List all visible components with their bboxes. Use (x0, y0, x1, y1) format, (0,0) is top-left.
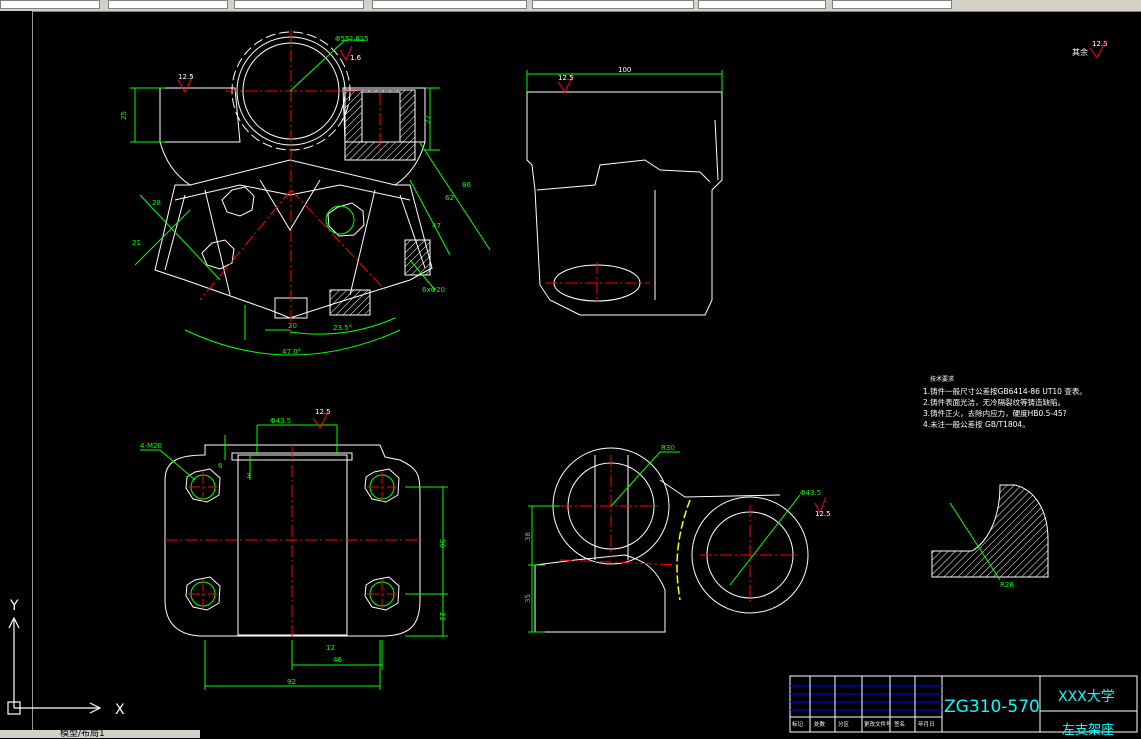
bolt-hole-3-thread (325, 205, 355, 235)
side-roughness: 12.5 (558, 74, 574, 82)
side-view-edges (654, 119, 719, 300)
row-label-2: 处数 (814, 720, 826, 728)
top-dim-22: 22 (438, 612, 446, 621)
front-roughness-value: 12.5 (178, 73, 194, 81)
ucs-x-label: X (115, 702, 125, 718)
hole-note: 6xΦ20 (422, 286, 445, 294)
row-label-4: 更改文件号 (864, 720, 892, 728)
university-label: XXX大学 (1058, 689, 1115, 705)
section-r30: R30 (661, 444, 675, 452)
top-view-centerlines (165, 445, 422, 640)
dim-86: 86 (462, 181, 471, 189)
side-dim-100: 100 (618, 66, 631, 74)
tech-notes-heading: 技术要求 (930, 375, 954, 383)
front-v-rib (259, 179, 321, 231)
top-dim-12: 12 (326, 644, 335, 652)
top-dim-3: 3 (246, 472, 250, 480)
row-label-5: 签名 (894, 720, 905, 728)
tech-note-line-3: 3.铸件正火，去除内应力，硬度HB0.5-45? (923, 408, 1067, 418)
front-dia-sub: 1.6 (350, 54, 362, 62)
front-body-ridge (189, 159, 396, 186)
section-dim-35: 35 (524, 594, 532, 603)
row-label-3: 分区 (838, 720, 850, 728)
top-dim-92: 92 (287, 678, 296, 686)
front-view[interactable] (154, 31, 433, 319)
dim-25: 25 (120, 111, 128, 120)
side-view-inner-edge (536, 159, 711, 191)
section-dia: Φ43.5 (800, 489, 821, 497)
bottom-hatch (329, 289, 371, 316)
tech-note-line-2: 2.铸件表面光洁，无冷隔裂纹等铸造缺陷。 (923, 397, 1065, 407)
front-view-centerlines (199, 30, 386, 335)
section-lower-outline[interactable] (534, 554, 666, 633)
section-web-top (659, 479, 781, 498)
angle-23: 23.5° (333, 324, 352, 332)
dim-28: 28 (152, 199, 161, 207)
section-dim-38: 38 (524, 532, 532, 541)
detail-r26: R26 (1000, 581, 1014, 589)
top-view-labels: Φ43.5 12.5 4-M20 56 22 12 46 92 3 6 (140, 408, 446, 686)
part-name-label: 左支架座 (1062, 723, 1114, 738)
thread-note: 4-M20 (140, 442, 162, 450)
row-label-1: 标记 (792, 720, 804, 728)
detail-view[interactable] (931, 484, 1049, 581)
section-dimensions (528, 451, 827, 633)
top-view-dimensions (140, 411, 448, 690)
top-dim-6: 6 (218, 462, 223, 470)
drawing-canvas[interactable]: 12.5 Φ55?.815 1.6 25 27 86 62 47 28 21 2… (0, 0, 1141, 738)
material-label: ZG310-570 (944, 697, 1040, 717)
bolt-hole-1[interactable] (221, 186, 255, 217)
dim-27: 27 (424, 115, 432, 124)
title-block-text: ZG310-570 XXX大学 左支架座 标记 处数 分区 更改文件号 签名 年… (792, 689, 1115, 738)
layout-tabs[interactable]: 模型/布局1 (0, 730, 200, 739)
detail-hatch-region (931, 484, 1049, 578)
angle-47: 47.0° (282, 348, 301, 356)
top-dim-46: 46 (333, 656, 342, 664)
top-dia-label: Φ43.5 (270, 417, 291, 425)
side-view-outline[interactable] (526, 91, 723, 316)
tech-note-line-4: 4.未注一般公差按 GB/T1804。 (923, 419, 1030, 429)
front-web-edges (204, 189, 376, 296)
top-roughness: 12.5 (315, 408, 331, 416)
roughness-note: 其余 12.5 (1072, 39, 1108, 59)
dim-21: 21 (132, 239, 141, 247)
front-dia-label: Φ55?.815 (335, 35, 369, 43)
dim-47: 47 (432, 222, 441, 230)
section-yellow (676, 499, 691, 601)
left-lug[interactable] (159, 87, 241, 143)
tech-notes: 技术要求 1.铸件一般尺寸公差按GB6414-86 UT10 查表。 2.铸件表… (923, 375, 1087, 429)
section-view[interactable] (534, 447, 809, 633)
right-bore-slot (361, 91, 401, 143)
side-view[interactable] (526, 91, 723, 316)
front-body-outline[interactable] (154, 141, 433, 319)
top-dim-56: 56 (438, 539, 446, 548)
dim-62: 62 (445, 194, 454, 202)
tech-note-line-1: 1.铸件一般尺寸公差按GB6414-86 UT10 查表。 (923, 386, 1087, 396)
row-label-6: 年月日 (918, 720, 935, 728)
ucs-y-label: Y (9, 598, 19, 614)
ucs-icon (7, 616, 102, 715)
section-roughness: 12.5 (815, 510, 831, 518)
side-view-centerlines (545, 262, 650, 300)
dim-20: 20 (288, 322, 297, 330)
section-centerlines (559, 455, 800, 605)
roughness-note-text: 其余 (1072, 47, 1088, 57)
